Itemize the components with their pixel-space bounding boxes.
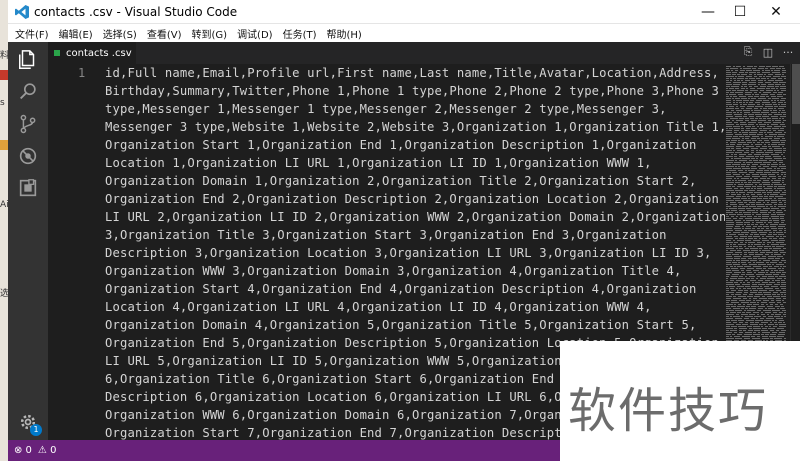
minimize-button[interactable]: — — [692, 0, 724, 24]
close-button[interactable]: ✕ — [760, 0, 792, 24]
desktop-icon-fragment — [0, 140, 8, 150]
more-actions-icon[interactable]: ··· — [780, 44, 796, 60]
desktop-icon-fragment — [0, 70, 8, 80]
menu-go[interactable]: 转到(G) — [187, 26, 233, 41]
watermark-text: 软件技巧 — [568, 383, 769, 439]
code-line[interactable]: Birthday,Summary,Twitter,Phone 1,Phone 1… — [105, 82, 725, 100]
desktop-text: s — [0, 98, 5, 108]
code-line[interactable]: Organization Domain 1,Organization 2,Org… — [105, 172, 725, 190]
source-control-icon[interactable] — [14, 110, 42, 138]
maximize-button[interactable]: ☐ — [724, 0, 756, 24]
menu-file[interactable]: 文件(F) — [10, 26, 54, 41]
error-count[interactable]: ⊗ 0 — [14, 445, 32, 456]
code-line[interactable]: id,Full name,Email,Profile url,First nam… — [105, 64, 725, 82]
vscode-logo-icon — [15, 5, 29, 19]
menu-view[interactable]: 查看(V) — [142, 26, 187, 41]
line-number: 1 — [78, 66, 86, 80]
menu-tasks[interactable]: 任务(T) — [278, 26, 322, 41]
extensions-icon[interactable] — [14, 174, 42, 202]
settings-badge: 1 — [30, 424, 42, 436]
desktop-strip: 料 s Ai 选 — [0, 0, 9, 461]
open-changes-icon[interactable]: ⎘ — [740, 44, 756, 60]
code-line[interactable]: LI URL 2,Organization LI ID 2,Organizati… — [105, 208, 725, 226]
editor-actions: ⎘ ◫ ··· — [740, 44, 796, 60]
warning-count[interactable]: ⚠ 0 — [38, 445, 57, 456]
code-line[interactable]: Organization Start 4,Organization End 4,… — [105, 280, 725, 298]
tab-contacts-csv[interactable]: contacts .csv — [48, 42, 136, 64]
activity-bar: 1 — [8, 42, 48, 440]
files-icon[interactable] — [14, 46, 42, 74]
editor-tabs: contacts .csv ⎘ ◫ ··· — [48, 42, 800, 64]
menu-selection[interactable]: 选择(S) — [98, 26, 142, 41]
tab-label: contacts .csv — [66, 47, 132, 59]
menu-help[interactable]: 帮助(H) — [322, 26, 367, 41]
title-bar[interactable]: contacts .csv - Visual Studio Code — ☐ ✕ — [8, 0, 800, 24]
window-title: contacts .csv - Visual Studio Code — [34, 5, 238, 19]
code-line[interactable]: type,Messenger 1,Messenger 1 type,Messen… — [105, 100, 725, 118]
watermark-overlay: 软件技巧 — [560, 341, 800, 461]
code-line[interactable]: Organization Start 1,Organization End 1,… — [105, 136, 725, 154]
scrollbar-thumb[interactable] — [792, 64, 800, 124]
code-line[interactable]: Organization End 2,Organization Descript… — [105, 190, 725, 208]
code-line[interactable]: 3,Organization Title 3,Organization Star… — [105, 226, 725, 244]
menu-debug[interactable]: 调试(D) — [232, 26, 278, 41]
code-line[interactable]: Location 1,Organization LI URL 1,Organiz… — [105, 154, 725, 172]
menu-bar: 文件(F) 编辑(E) 选择(S) 查看(V) 转到(G) 调试(D) 任务(T… — [8, 24, 800, 42]
code-line[interactable]: Organization Domain 4,Organization 5,Org… — [105, 316, 725, 334]
menu-edit[interactable]: 编辑(E) — [54, 26, 98, 41]
code-line[interactable]: Organization WWW 3,Organization Domain 3… — [105, 262, 725, 280]
code-line[interactable]: Location 4,Organization LI URL 4,Organiz… — [105, 298, 725, 316]
code-line[interactable]: Messenger 3 type,Website 1,Website 2,Web… — [105, 118, 725, 136]
debug-icon[interactable] — [14, 142, 42, 170]
code-line[interactable]: Description 3,Organization Location 3,Or… — [105, 244, 725, 262]
search-icon[interactable] — [14, 78, 42, 106]
split-editor-icon[interactable]: ◫ — [760, 44, 776, 60]
file-type-icon — [54, 50, 60, 56]
